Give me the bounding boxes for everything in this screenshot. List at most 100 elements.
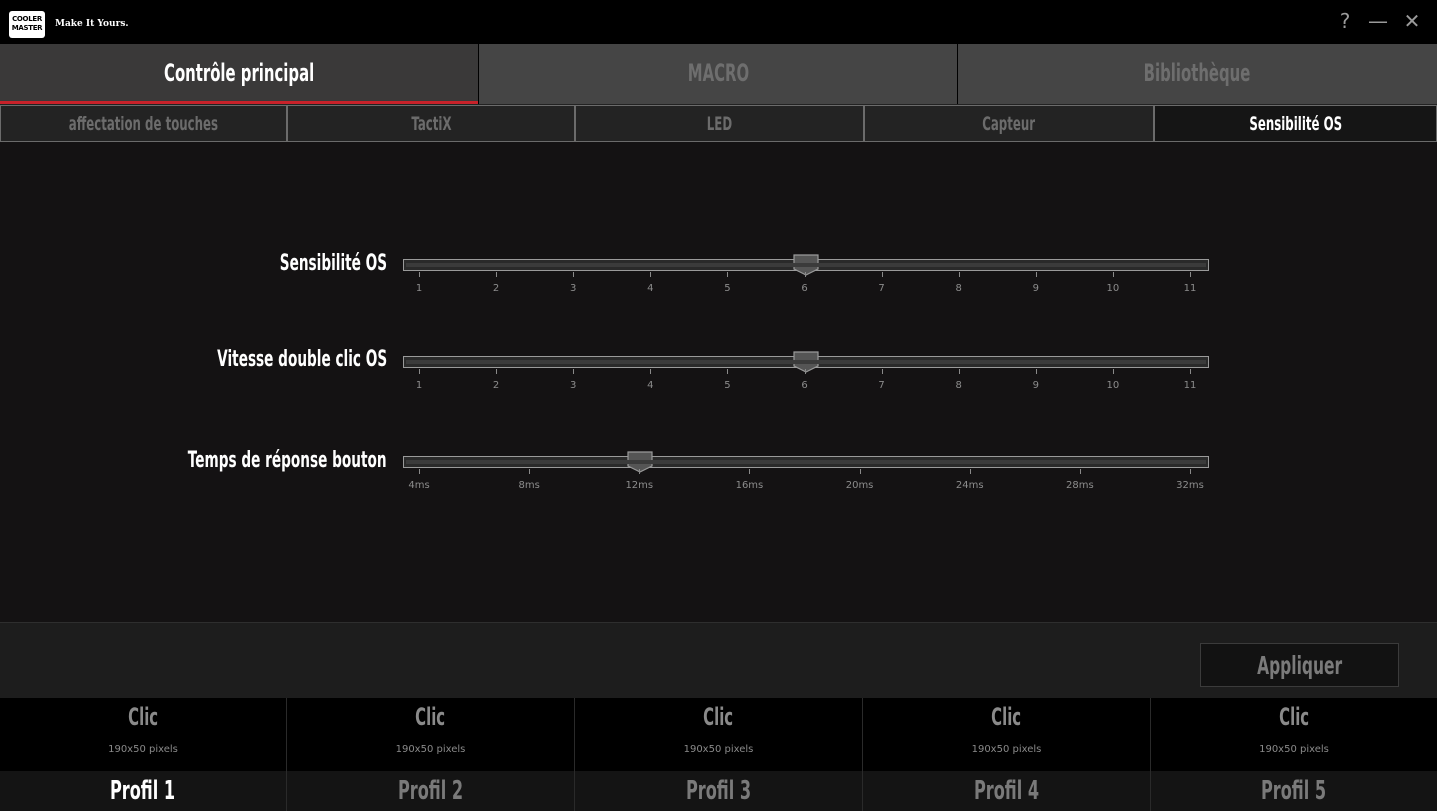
slider-tick	[727, 369, 729, 374]
subtab-label: Sensibilité OS	[1249, 113, 1342, 135]
slider-tick-label: 5	[724, 283, 731, 294]
slider-tick	[1079, 469, 1081, 474]
slider-tick	[650, 369, 652, 374]
profile-size: 190x50 pixels	[108, 744, 178, 755]
slider-label-text: Vitesse double clic OS	[217, 347, 387, 372]
os-sensitivity-label: Sensibilité OS	[214, 251, 387, 276]
sub-tabs: affectation de touches TactiX LED Capteu…	[0, 104, 1437, 142]
tab-label: Bibliothèque	[1144, 59, 1251, 87]
slider-tick-label: 2	[492, 380, 500, 391]
profile-action: Clic	[703, 703, 734, 731]
subtab-label: LED	[706, 113, 733, 135]
slider-tick-label: 7	[878, 380, 885, 391]
slider-tick	[804, 272, 806, 277]
profile-2[interactable]: Clic 190x50 pixels Profil 2	[287, 698, 575, 811]
slider-tick	[1035, 369, 1037, 374]
profile-3[interactable]: Clic 190x50 pixels Profil 3	[575, 698, 863, 811]
slider-tick	[573, 369, 575, 374]
slider-tick-label: 24ms	[955, 480, 984, 491]
slider-tick	[881, 369, 883, 374]
slider-tick	[958, 369, 960, 374]
slider-tick	[529, 469, 531, 474]
slider-tick-label: 1	[415, 283, 423, 294]
slider-thumb[interactable]	[627, 451, 653, 473]
tab-macro[interactable]: MACRO	[479, 44, 957, 104]
tagline: Make It Yours.	[55, 19, 129, 29]
minimize-button[interactable]: —	[1366, 8, 1390, 34]
slider-tick-label: 6	[801, 380, 808, 391]
slider-tick-label: 4ms	[408, 480, 430, 491]
slider-tick	[1112, 272, 1114, 277]
subtab-tactix[interactable]: TactiX	[287, 105, 575, 141]
slider-tick	[969, 469, 971, 474]
slider-tick-label: 8ms	[518, 480, 540, 491]
slider-tick-label: 4	[647, 283, 654, 294]
slider-tick-label: 9	[1032, 380, 1039, 391]
slider-tick-label: 12ms	[625, 480, 654, 491]
double-click-speed-slider[interactable]	[403, 351, 1209, 373]
profile-4[interactable]: Clic 190x50 pixels Profil 4	[863, 698, 1151, 811]
subtab-os-sensitivity[interactable]: Sensibilité OS	[1154, 105, 1437, 141]
slider-tick-label: 32ms	[1176, 480, 1204, 491]
slider-tick-label: 5	[724, 380, 731, 391]
slider-tick-label: 8	[955, 380, 962, 391]
subtab-led[interactable]: LED	[575, 105, 864, 141]
slider-tick	[958, 272, 960, 277]
slider-tick-label: 3	[570, 283, 577, 294]
title-bar: COOLER MASTER Make It Yours. ? — ✕	[0, 0, 1437, 44]
profile-bar: Clic 190x50 pixels Profil 1 Clic 190x50 …	[0, 698, 1437, 811]
slider-tick-label: 8	[955, 283, 962, 294]
profile-size: 190x50 pixels	[971, 744, 1042, 755]
slider-tick-label: 16ms	[735, 480, 764, 491]
profile-name: Profil 4	[863, 771, 1150, 811]
slider-tick	[496, 272, 498, 277]
tab-library[interactable]: Bibliothèque	[958, 44, 1437, 104]
slider-tick	[1190, 272, 1191, 277]
slider-thumb[interactable]	[792, 254, 819, 276]
apply-bar: Appliquer	[0, 622, 1437, 698]
close-button[interactable]: ✕	[1400, 8, 1424, 34]
double-click-speed-label: Vitesse double clic OS	[113, 347, 387, 372]
tab-label: MACRO	[687, 59, 749, 87]
slider-label-text: Temps de réponse bouton	[188, 448, 387, 473]
profile-action: Clic	[1279, 703, 1309, 731]
slider-tick-label: 7	[878, 283, 885, 294]
slider-tick	[1035, 272, 1037, 277]
help-button[interactable]: ?	[1333, 8, 1357, 34]
profile-name: Profil 2	[287, 771, 574, 811]
profile-5[interactable]: Clic 190x50 pixels Profil 5	[1151, 698, 1437, 811]
slider-tick-label: 10	[1106, 380, 1120, 391]
button-response-time-slider[interactable]	[403, 451, 1209, 473]
slider-tick	[496, 369, 498, 374]
slider-tick	[1190, 369, 1191, 374]
slider-tick	[639, 469, 641, 474]
os-sensitivity-slider[interactable]	[403, 254, 1209, 276]
subtab-key-assignment[interactable]: affectation de touches	[0, 105, 287, 141]
tab-main-control[interactable]: Contrôle principal	[0, 44, 478, 104]
slider-tick	[419, 369, 420, 374]
sensitivity-panel: Sensibilité OS Vitesse double clic OS Te…	[0, 142, 1437, 622]
cooler-master-logo: COOLER MASTER	[9, 11, 45, 38]
slider-tick	[1190, 469, 1191, 474]
subtab-label: TactiX	[410, 113, 452, 135]
profile-name: Profil 5	[1151, 771, 1437, 811]
slider-tick	[419, 469, 420, 474]
slider-tick-label: 28ms	[1066, 480, 1094, 491]
apply-button[interactable]: Appliquer	[1200, 643, 1399, 687]
slider-tick-label: 11	[1183, 283, 1197, 294]
slider-tick-label: 6	[801, 283, 808, 294]
subtab-sensor[interactable]: Capteur	[864, 105, 1154, 141]
profile-1[interactable]: Clic 190x50 pixels Profil 1	[0, 698, 287, 811]
slider-tick	[1112, 369, 1114, 374]
slider-tick	[419, 272, 420, 277]
slider-tick-label: 2	[492, 283, 500, 294]
slider-tick-label: 9	[1032, 283, 1039, 294]
slider-tick-label: 3	[570, 380, 577, 391]
slider-tick-label: 4	[647, 380, 654, 391]
main-tabs: Contrôle principal MACRO Bibliothèque	[0, 44, 1437, 104]
profile-action: Clic	[128, 703, 158, 731]
slider-tick	[573, 272, 575, 277]
slider-thumb[interactable]	[792, 351, 819, 373]
profile-action: Clic	[991, 703, 1022, 731]
subtab-label: Capteur	[982, 113, 1036, 135]
